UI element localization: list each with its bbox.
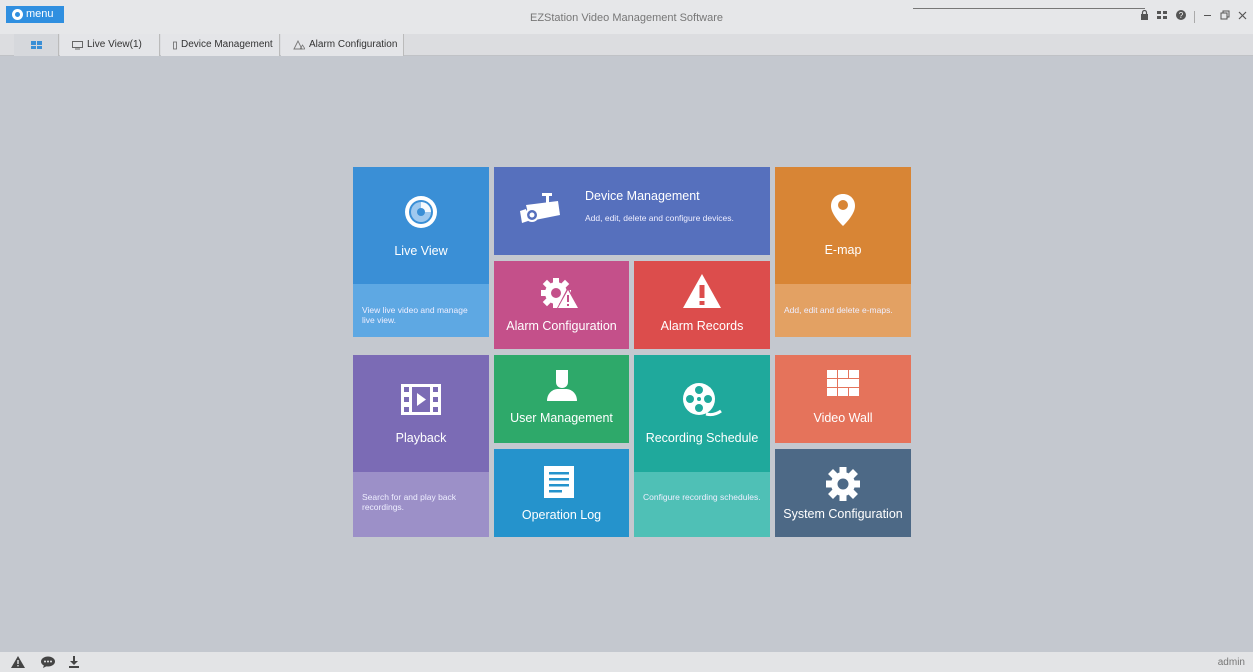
current-user: admin (1217, 657, 1245, 668)
status-bar: admin (0, 652, 1253, 672)
alarm-records-label: Alarm Records (660, 319, 744, 333)
alert-icon[interactable] (11, 656, 25, 668)
warning-icon (683, 274, 721, 308)
playback-tile[interactable]: Playback Search for and play back record… (353, 355, 489, 537)
alarm-config-icon (293, 40, 305, 50)
window-controls: ? (1140, 9, 1247, 23)
user-icon (547, 370, 577, 401)
title-bar: menu EZStation Video Management Software… (0, 0, 1253, 34)
emap-label: E-map (824, 243, 862, 257)
emap-tile[interactable]: E-map Add, edit and delete e-maps. (775, 167, 911, 337)
live-view-desc: View live video and manage live view. (362, 305, 468, 325)
recording-schedule-desc: Configure recording schedules. (643, 492, 761, 502)
device-management-label: Device Management (585, 189, 700, 203)
help-icon[interactable]: ? (1176, 10, 1186, 23)
live-view-label: Live View (394, 244, 448, 258)
app-title: EZStation Video Management Software (529, 12, 724, 24)
video-wall-label: Video Wall (813, 411, 873, 425)
gear-icon (826, 467, 860, 501)
tab-live-view[interactable]: Live View(1) (60, 34, 160, 56)
playback-label: Playback (395, 431, 447, 445)
minimize-icon[interactable] (1203, 11, 1212, 23)
emap-desc: Add, edit and delete e-maps. (784, 305, 893, 315)
document-icon (544, 466, 574, 498)
video-wall-icon (827, 370, 859, 396)
controls-separator (1194, 10, 1195, 23)
live-view-tile[interactable]: Live View View live video and manage liv… (353, 167, 489, 337)
chat-icon[interactable] (41, 656, 55, 668)
tab-home[interactable] (14, 34, 59, 56)
grid-icon (30, 41, 42, 49)
user-management-tile[interactable]: User Management (494, 355, 629, 443)
close-icon[interactable] (1238, 11, 1247, 23)
alarm-configuration-label: Alarm Configuration (506, 319, 617, 333)
tab-label: Live View(1) (87, 39, 142, 50)
system-configuration-tile[interactable]: System Configuration (775, 449, 911, 537)
alarm-config-icon (541, 278, 580, 310)
title-divider (913, 8, 1145, 9)
layout-icon[interactable] (1157, 10, 1168, 23)
system-configuration-label: System Configuration (783, 507, 903, 521)
recording-schedule-label: Recording Schedule (645, 431, 759, 445)
alarm-records-tile[interactable]: Alarm Records (634, 261, 770, 349)
live-view-icon (405, 196, 437, 228)
operation-log-label: Operation Log (521, 508, 602, 522)
tab-alarm-configuration[interactable]: Alarm Configuration (281, 34, 404, 56)
restore-icon[interactable] (1220, 10, 1230, 23)
recording-schedule-tile[interactable]: Recording Schedule Configure recording s… (634, 355, 770, 537)
film-icon (401, 384, 441, 415)
device-icon (173, 41, 177, 49)
tab-device-management[interactable]: Device Management (161, 34, 280, 56)
film-reel-icon (683, 383, 722, 417)
video-wall-tile[interactable]: Video Wall (775, 355, 911, 443)
user-management-label: User Management (510, 411, 613, 425)
operation-log-tile[interactable]: Operation Log (494, 449, 629, 537)
device-management-tile[interactable]: Device Management Add, edit, delete and … (494, 167, 770, 255)
recording-schedule-desc-panel (634, 472, 770, 537)
tab-label: Alarm Configuration (309, 39, 398, 50)
camera-icon (520, 193, 560, 223)
tab-label: Device Management (181, 39, 273, 50)
playback-desc: Search for and play back recordings. (362, 492, 457, 512)
alarm-configuration-tile[interactable]: Alarm Configuration (494, 261, 629, 349)
tab-bar: Live View(1) Device Management Alarm Con… (0, 34, 1253, 56)
svg-text:?: ? (1179, 11, 1184, 20)
download-icon[interactable] (67, 656, 81, 668)
lock-icon[interactable] (1140, 9, 1149, 23)
map-pin-icon (831, 194, 855, 226)
monitor-icon (72, 40, 83, 49)
device-management-desc: Add, edit, delete and configure devices. (585, 213, 734, 223)
